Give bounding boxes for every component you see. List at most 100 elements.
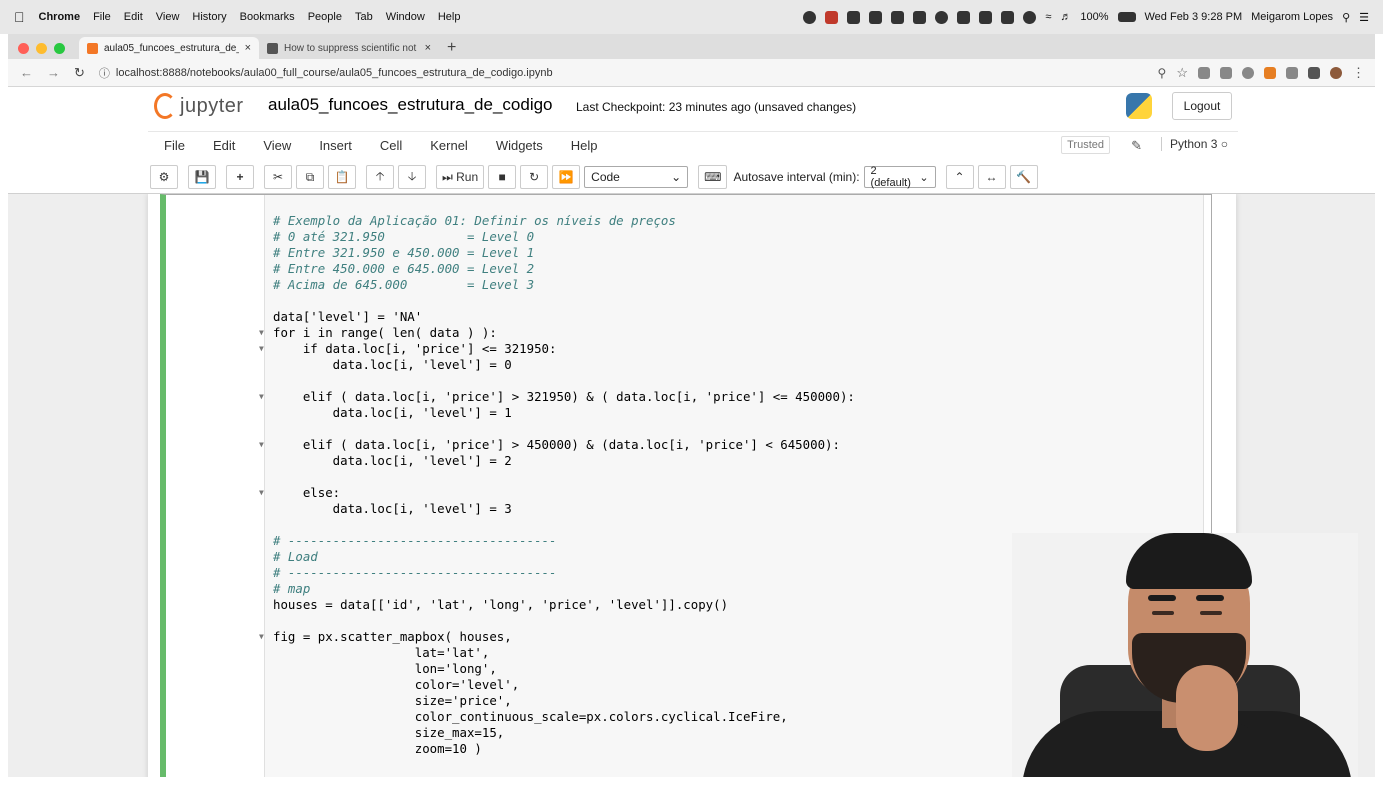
jmenu-file[interactable]: File <box>164 138 185 153</box>
site-info-icon[interactable]: ⓘ <box>99 65 110 81</box>
clock[interactable]: Wed Feb 3 9:28 PM <box>1145 11 1243 23</box>
hammer-icon[interactable]: 🔨 <box>1009 165 1038 189</box>
menu-help[interactable]: Help <box>438 11 461 23</box>
fold-arrow-icon[interactable]: ▼ <box>259 389 264 405</box>
jupyter-logo[interactable]: jupyter <box>154 93 244 119</box>
move-up-icon[interactable]: 🡡 <box>366 165 394 189</box>
save-icon[interactable]: 💾 <box>188 165 216 189</box>
status-icon-7[interactable] <box>935 10 949 24</box>
run-button[interactable]: ⏭ Run <box>436 165 485 189</box>
trusted-badge[interactable]: Trusted <box>1061 136 1110 154</box>
jmenu-help[interactable]: Help <box>571 138 598 153</box>
code-text: elif ( data.loc[i, 'price'] > 450000) & … <box>273 437 840 452</box>
status-icon-8[interactable] <box>957 10 971 24</box>
volume-icon[interactable]: ♬ <box>1060 11 1071 23</box>
close-tab-icon[interactable]: × <box>245 42 251 54</box>
move-down-icon[interactable]: 🡣 <box>398 165 426 189</box>
status-icon-6[interactable] <box>913 10 927 24</box>
code-text: fig = px.scatter_mapbox( houses, <box>273 629 512 644</box>
close-tab-icon[interactable]: × <box>425 42 431 54</box>
code-line: ▼ fig = px.scatter_mapbox( houses, <box>259 629 512 645</box>
battery-icon[interactable] <box>1117 12 1136 22</box>
reload-icon[interactable]: ↻ <box>74 65 85 81</box>
menu-history[interactable]: History <box>192 11 226 23</box>
code-line: houses = data[['id', 'lat', 'long', 'pri… <box>273 597 729 612</box>
chevron-up-icon[interactable]: ⌃ <box>945 165 974 189</box>
menu-window[interactable]: Window <box>386 11 425 23</box>
kernel-indicator[interactable]: Python 3 ○ <box>1161 137 1228 151</box>
jmenu-widgets[interactable]: Widgets <box>496 138 543 153</box>
battery-percent[interactable]: 100% <box>1080 11 1108 23</box>
bookmark-star-icon[interactable]: ☆ <box>1176 65 1188 81</box>
keyboard-icon[interactable]: ⌨ <box>698 165 728 189</box>
url-field[interactable]: ⓘ localhost:8888/notebooks/aula00_full_c… <box>99 65 553 81</box>
extension-icon-1[interactable] <box>1198 66 1210 79</box>
fold-arrow-icon[interactable]: ▼ <box>259 437 264 453</box>
extension-icon-5[interactable] <box>1286 66 1298 79</box>
status-icon-2[interactable] <box>825 10 839 24</box>
zoom-icon[interactable]: ⚲ <box>1158 66 1167 80</box>
jmenu-edit[interactable]: Edit <box>213 138 235 153</box>
paste-cells-icon[interactable]: 📋 <box>328 165 356 189</box>
command-palette-icon[interactable]: ⚙ <box>150 165 178 189</box>
status-icon-9[interactable] <box>979 10 993 24</box>
restart-run-all-icon[interactable]: ⏩ <box>552 165 581 189</box>
extension-icon-4[interactable] <box>1264 66 1276 79</box>
user-name[interactable]: Meigarom Lopes <box>1251 11 1333 23</box>
minimize-window-button[interactable] <box>36 42 47 54</box>
menu-view[interactable]: View <box>156 11 180 23</box>
fold-arrow-icon[interactable]: ▼ <box>259 629 264 645</box>
apple-menu-icon[interactable]:  <box>14 9 25 25</box>
autosave-select[interactable]: 2 (default) ⌄ <box>863 165 936 189</box>
logout-button[interactable]: Logout <box>1172 92 1232 120</box>
fold-arrow-icon[interactable]: ▼ <box>259 325 264 341</box>
extension-icon-3[interactable] <box>1242 66 1254 79</box>
zoom-window-button[interactable] <box>54 42 65 54</box>
forward-arrow-icon[interactable]: → <box>47 65 60 80</box>
code-line: ▼ elif ( data.loc[i, 'price'] > 321950) … <box>259 389 855 405</box>
menu-app-name[interactable]: Chrome <box>39 11 81 23</box>
wifi-icon[interactable]: ≈ <box>1045 11 1051 23</box>
back-arrow-icon[interactable]: ← <box>20 65 33 80</box>
menu-people[interactable]: People <box>308 11 342 23</box>
menu-bookmarks[interactable]: Bookmarks <box>240 11 295 23</box>
interrupt-kernel-icon[interactable]: ■ <box>488 165 517 189</box>
copy-cells-icon[interactable]: ⧉ <box>296 165 324 189</box>
cell-type-select[interactable]: Code ⌄ <box>584 166 689 188</box>
extensions-puzzle-icon[interactable] <box>1308 66 1320 79</box>
chrome-menu-icon[interactable]: ⋮ <box>1352 65 1365 81</box>
status-icon-5[interactable] <box>891 10 905 24</box>
fold-arrow-icon[interactable]: ▼ <box>259 485 264 501</box>
menu-file[interactable]: File <box>93 11 111 23</box>
spotlight-search-icon[interactable]: ⚲ <box>1342 11 1350 24</box>
url-text: localhost:8888/notebooks/aula00_full_cou… <box>115 66 553 79</box>
toggle-width-icon[interactable]: ↔ <box>977 165 1006 189</box>
restart-kernel-icon[interactable]: ↻ <box>520 165 549 189</box>
webcam-overlay <box>1012 533 1358 777</box>
jupyter-header: jupyter aula05_funcoes_estrutura_de_codi… <box>8 87 1375 131</box>
bluetooth-icon[interactable] <box>1023 10 1037 24</box>
jmenu-insert[interactable]: Insert <box>319 138 352 153</box>
extension-icon-2[interactable] <box>1220 66 1232 79</box>
jmenu-kernel[interactable]: Kernel <box>430 138 468 153</box>
tab-stackoverflow[interactable]: How to suppress scientific not × <box>259 37 439 59</box>
menu-edit[interactable]: Edit <box>124 11 143 23</box>
jupyter-toolbar: ⚙ 💾 + ✂ ⧉ 📋 🡡 🡣 ⏭ Run ■ ↻ ⏩ Code ⌄ ⌨ Auto… <box>148 161 1238 193</box>
status-icon-1[interactable] <box>803 10 817 24</box>
status-icon-4[interactable] <box>869 10 883 24</box>
jmenu-cell[interactable]: Cell <box>380 138 402 153</box>
fold-arrow-icon[interactable]: ▼ <box>259 341 264 357</box>
flag-icon[interactable] <box>1001 10 1015 24</box>
jmenu-view[interactable]: View <box>263 138 291 153</box>
menu-tab[interactable]: Tab <box>355 11 373 23</box>
tab-notebook[interactable]: aula05_funcoes_estrutura_de_c × <box>79 37 259 59</box>
status-icon-3[interactable] <box>847 10 861 24</box>
control-center-icon[interactable]: ☰ <box>1359 11 1369 24</box>
insert-cell-below-icon[interactable]: + <box>226 165 254 189</box>
profile-avatar[interactable] <box>1330 66 1342 79</box>
new-tab-button[interactable]: + <box>447 37 456 59</box>
close-window-button[interactable] <box>18 42 29 54</box>
cut-cells-icon[interactable]: ✂ <box>264 165 292 189</box>
tab-title: aula05_funcoes_estrutura_de_c <box>104 42 239 54</box>
notebook-name[interactable]: aula05_funcoes_estrutura_de_codigo <box>268 95 553 115</box>
